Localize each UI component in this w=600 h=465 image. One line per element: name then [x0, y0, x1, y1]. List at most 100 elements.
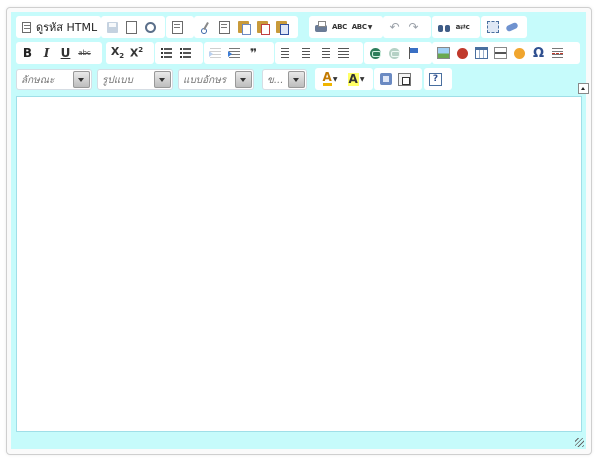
print-button[interactable]: [312, 18, 329, 36]
smiley-button[interactable]: [511, 44, 528, 62]
copy-button[interactable]: [216, 18, 233, 36]
font-color-button[interactable]: A ▼: [318, 70, 342, 88]
editor-frame: ดูรหัส HTML ABC ABC ▼ ↶ ↷ a⇄c B I U abc …: [6, 7, 592, 455]
undo-redo-group: ↶ ↷: [383, 16, 431, 38]
scissors-icon: [200, 22, 211, 34]
superscript-digit: 2: [138, 46, 144, 55]
redo-button[interactable]: ↷: [405, 18, 422, 36]
color-group: A ▼ A ▼: [315, 68, 373, 90]
chevron-down-icon[interactable]: [154, 71, 171, 88]
templates-icon: [172, 20, 183, 34]
indent-icon: [228, 48, 240, 58]
align-center-icon: [300, 48, 311, 58]
bulleted-list-icon: [180, 48, 191, 58]
templates-group: [166, 16, 194, 38]
chevron-down-icon[interactable]: [73, 71, 90, 88]
spellcheck-button[interactable]: ABC: [331, 18, 348, 36]
document-group: [101, 16, 165, 38]
find-button[interactable]: [435, 18, 452, 36]
bold-icon: B: [22, 46, 33, 60]
outdent-button[interactable]: [207, 44, 224, 62]
templates-button[interactable]: [169, 18, 186, 36]
insert-group: Ω: [432, 42, 580, 64]
bulleted-list-button[interactable]: [177, 44, 194, 62]
help-group: ?: [424, 68, 452, 90]
unlink-button[interactable]: [386, 44, 403, 62]
select-group: [481, 16, 527, 38]
align-justify-button[interactable]: [335, 44, 352, 62]
script-group: X2 X2: [106, 42, 154, 64]
numbered-list-icon: [161, 48, 172, 58]
bg-color-button[interactable]: A ▼: [344, 70, 368, 88]
replace-button[interactable]: a⇄c: [454, 18, 471, 36]
source-icon: [22, 21, 31, 33]
page-break-button[interactable]: [549, 44, 566, 62]
redo-icon: ↷: [408, 20, 419, 34]
indent-button[interactable]: [226, 44, 243, 62]
smiley-icon: [514, 47, 525, 59]
align-center-button[interactable]: [297, 44, 314, 62]
numbered-list-button[interactable]: [158, 44, 175, 62]
subscript-digit: 2: [119, 52, 125, 61]
paste-button[interactable]: [235, 18, 252, 36]
source-group: ดูรหัส HTML: [16, 16, 101, 38]
image-button[interactable]: [435, 44, 452, 62]
binoculars-icon: [437, 23, 450, 32]
save-button[interactable]: [104, 18, 121, 36]
superscript-icon: X2: [130, 46, 143, 60]
special-char-button[interactable]: Ω: [530, 44, 547, 62]
subscript-button[interactable]: X2: [109, 44, 126, 62]
chevron-down-icon: ▼: [359, 75, 365, 83]
strike-button[interactable]: abc: [76, 44, 93, 62]
size-combo[interactable]: ข...: [262, 69, 307, 90]
select-all-icon: [486, 21, 499, 33]
styles-combo[interactable]: ลักษณะ: [16, 69, 92, 90]
source-button[interactable]: ดูรหัส HTML: [19, 18, 100, 36]
preview-icon: [145, 21, 156, 33]
font-combo[interactable]: แบบอักษร: [178, 69, 254, 90]
help-icon: ?: [429, 72, 442, 86]
paste-word-icon: [276, 21, 289, 35]
underline-button[interactable]: U: [57, 44, 74, 62]
help-button[interactable]: ?: [427, 70, 444, 88]
editor-content-area[interactable]: [16, 96, 582, 432]
maximize-button[interactable]: [396, 70, 413, 88]
flash-icon: [457, 47, 468, 59]
align-left-button[interactable]: [278, 44, 295, 62]
cut-button[interactable]: [197, 18, 214, 36]
undo-icon: ↶: [389, 20, 400, 34]
table-button[interactable]: [473, 44, 490, 62]
preview-button[interactable]: [142, 18, 159, 36]
chevron-down-icon[interactable]: [288, 71, 305, 88]
bold-button[interactable]: B: [19, 44, 36, 62]
chevron-down-icon[interactable]: [235, 71, 252, 88]
horizontal-rule-icon: [494, 47, 507, 59]
underline-icon: U: [60, 46, 71, 60]
omega-icon: Ω: [532, 45, 545, 61]
format-combo[interactable]: รูปแบบ: [97, 69, 173, 90]
flash-button[interactable]: [454, 44, 471, 62]
paste-word-button[interactable]: [273, 18, 290, 36]
subscript-icon: X2: [111, 45, 124, 60]
resize-grip-icon[interactable]: [575, 438, 584, 447]
superscript-button[interactable]: X2: [128, 44, 145, 62]
new-page-button[interactable]: [123, 18, 140, 36]
copy-icon: [219, 20, 230, 34]
horizontal-rule-button[interactable]: [492, 44, 509, 62]
font-combo-label: แบบอักษร: [183, 75, 227, 86]
show-blocks-icon: [379, 73, 392, 85]
align-right-button[interactable]: [316, 44, 333, 62]
collapse-toolbar-button[interactable]: [578, 83, 589, 94]
scayt-button[interactable]: ABC ▼: [350, 18, 374, 36]
remove-format-button[interactable]: [503, 18, 520, 36]
italic-button[interactable]: I: [38, 44, 55, 62]
select-all-button[interactable]: [484, 18, 501, 36]
show-blocks-button[interactable]: [377, 70, 394, 88]
link-button[interactable]: [367, 44, 384, 62]
blockquote-button[interactable]: ❞: [245, 44, 262, 62]
bg-color-icon: A: [347, 71, 359, 86]
clipboard-group: [194, 16, 298, 38]
undo-button[interactable]: ↶: [386, 18, 403, 36]
paste-text-button[interactable]: [254, 18, 271, 36]
anchor-button[interactable]: [405, 44, 422, 62]
